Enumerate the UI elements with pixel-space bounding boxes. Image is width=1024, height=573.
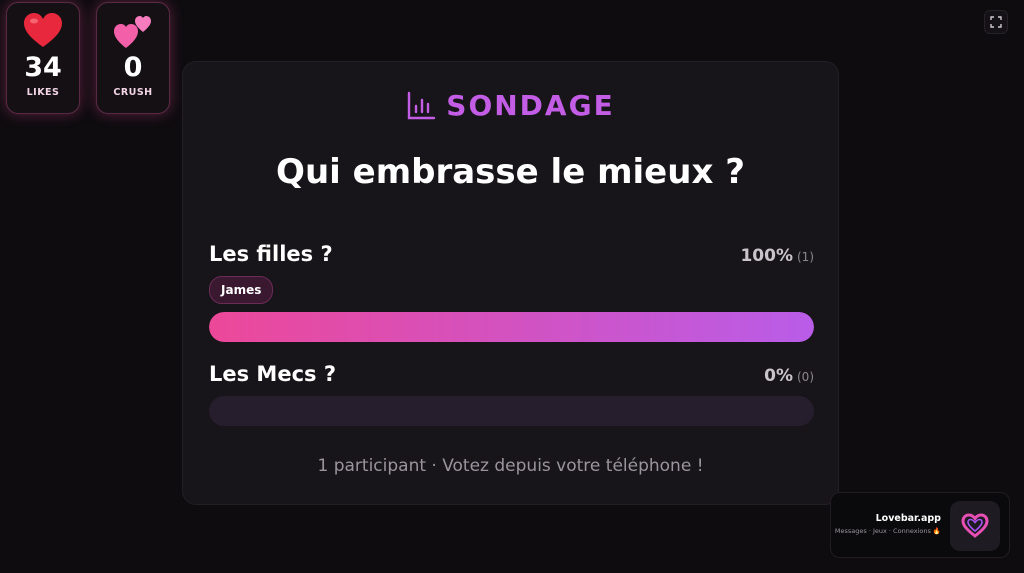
fullscreen-icon xyxy=(990,16,1002,28)
option-vote-count: (0) xyxy=(797,370,814,384)
voter-chip: James xyxy=(209,276,274,304)
two-hearts-icon xyxy=(113,11,153,51)
crush-label: CRUSH xyxy=(113,87,153,98)
likes-value: 34 xyxy=(24,52,62,83)
crush-value: 0 xyxy=(123,52,143,83)
poll-option-les-mecs: Les Mecs ? 0% (0) xyxy=(209,362,814,426)
poll-header: SONDAGE xyxy=(183,89,838,122)
poll-question: Qui embrasse le mieux ? xyxy=(276,152,745,192)
poll-card: SONDAGE Qui embrasse le mieux ? Les fill… xyxy=(182,61,839,505)
fullscreen-button[interactable] xyxy=(984,10,1008,34)
option-label: Les Mecs ? xyxy=(209,362,337,386)
lovebar-promo[interactable]: Lovebar.app Messages · Jeux · Connexions… xyxy=(830,492,1010,558)
option-bar-track xyxy=(209,396,814,426)
option-bar-track xyxy=(209,312,814,342)
promo-title: Lovebar.app xyxy=(875,513,941,524)
poll-footer: 1 participant · Votez depuis votre télép… xyxy=(317,456,704,476)
bar-chart-icon xyxy=(408,91,436,119)
poll-header-title: SONDAGE xyxy=(446,89,615,122)
crush-counter: 0 CRUSH xyxy=(96,2,170,114)
heart-outline-icon xyxy=(961,513,989,538)
likes-label: LIKES xyxy=(26,87,60,98)
option-vote-count: (1) xyxy=(797,250,814,264)
option-label: Les filles ? xyxy=(209,242,333,266)
heart-icon xyxy=(23,11,63,51)
lovebar-logo xyxy=(950,501,1000,551)
option-percent: 100% xyxy=(740,246,793,266)
promo-subtitle: Messages · Jeux · Connexions 🔥 xyxy=(834,527,941,535)
likes-counter: 34 LIKES xyxy=(6,2,80,114)
option-bar-fill xyxy=(209,312,814,342)
option-percent: 0% xyxy=(764,366,793,386)
poll-option-les-filles: Les filles ? 100% (1) James xyxy=(209,242,814,342)
